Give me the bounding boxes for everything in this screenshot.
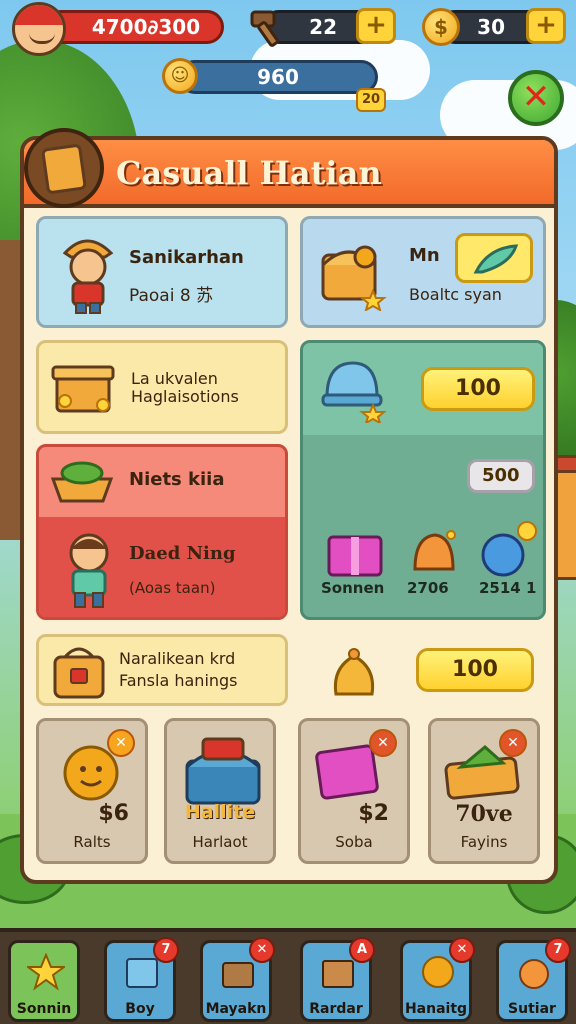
nav-label: Sonnin [16, 1001, 72, 1017]
tile-label: Ralts [73, 833, 111, 851]
gem-buy-button[interactable]: 100 [421, 367, 535, 411]
boy-character-icon [69, 533, 109, 608]
food-bowl-icon [50, 461, 114, 503]
nav-label: Mayakn [205, 1001, 267, 1017]
player-avatar[interactable] [12, 2, 66, 56]
coin-meter-badge: 20 [356, 88, 386, 112]
nav-label: Sutiar [508, 1001, 556, 1017]
gem-card[interactable]: 100 500 Sonnen 2706 2514 1 [300, 340, 546, 620]
price-tag: 500 [467, 459, 535, 493]
character-card-subtitle: Paoai 8 苏 [129, 286, 214, 306]
tile-remove-icon[interactable]: ✕ [499, 729, 527, 757]
bell-gem-icon [321, 361, 387, 423]
blue-orb-icon [481, 521, 537, 577]
shop-panel: Casuall Hatian Sanikarhan Paoai 8 苏 Mn B… [20, 136, 558, 884]
tile-price: $6 [98, 801, 129, 826]
character-card-title: Sanikarhan [129, 247, 244, 268]
pink-gift-icon [327, 535, 383, 577]
nav-button-crate[interactable]: A Rardar [300, 937, 375, 1022]
orange-icon [519, 959, 549, 989]
box-card-title-1: La ukvalen [131, 369, 218, 388]
tile-label: Soba [335, 833, 373, 851]
mini-item-label: Sonnen [321, 579, 385, 597]
gift-box-icon [51, 365, 115, 413]
mini-item-label: 2706 [407, 579, 449, 597]
nav-button-chest[interactable]: ✕ Mayakn [200, 937, 275, 1022]
notification-badge: ✕ [449, 937, 475, 963]
treasure-chest-icon [185, 737, 261, 805]
shop-tile[interactable]: ✕ 70ve Fayins [428, 718, 540, 864]
chest-card[interactable]: Mn Boaltc syan [300, 216, 546, 328]
tile-label: Fayins [460, 833, 508, 851]
notification-badge: ✕ [249, 937, 275, 963]
lock-bag-icon [53, 647, 105, 699]
onion-icon [413, 530, 456, 571]
hammer-icon [250, 10, 279, 47]
shop-emblem-icon [24, 128, 104, 208]
player-score: 4700∂300 [91, 15, 201, 39]
tile-remove-icon[interactable]: ✕ [107, 729, 135, 757]
shop-tile[interactable]: Hallite Harlaot [164, 718, 276, 864]
red-bottom-title: Daed Ning [129, 543, 236, 564]
panel-title: Casuall Hatian [116, 154, 382, 192]
close-button[interactable]: ✕ [508, 70, 564, 126]
feather-button[interactable] [455, 233, 533, 283]
red-offer-card[interactable]: Niets kiia Daed Ning (Aoas taan) [36, 444, 288, 620]
coin-tool-icon [422, 956, 454, 988]
tile-remove-icon[interactable]: ✕ [369, 729, 397, 757]
player-score-bar: 4700∂300 [44, 10, 224, 44]
cube-icon [126, 958, 158, 988]
tile-label: Harlaot [192, 833, 248, 851]
red-offer-title: Niets kiia [129, 469, 225, 490]
chest-card-title: Mn [409, 245, 440, 266]
hammers-count: 22 [309, 15, 337, 39]
nav-label: Hanaitg [404, 1001, 468, 1017]
gold-count: 30 [477, 15, 505, 39]
character-icon [62, 239, 114, 314]
chest-icon [321, 245, 387, 311]
crate-icon [322, 960, 354, 988]
honey-pot-icon [333, 648, 375, 696]
character-card[interactable]: Sanikarhan Paoai 8 苏 [36, 216, 288, 328]
bottom-nav: Sonnin 7 Boy ✕ Mayakn A Rardar ✕ Hanaitg… [0, 928, 576, 1024]
add-hammers-button[interactable]: + [356, 8, 396, 44]
notification-badge: A [349, 937, 375, 963]
coin-meter-value: 960 [257, 65, 299, 89]
tile-price: Hallite [184, 801, 256, 823]
nav-button-fruit[interactable]: 7 Sutiar [496, 937, 571, 1022]
tile-price: $2 [358, 801, 389, 826]
tile-price: 70ve [455, 801, 513, 827]
coin-meter-bar: 960 [178, 60, 378, 94]
feather-icon [473, 244, 519, 274]
notification-badge: 7 [545, 937, 571, 963]
add-gold-button[interactable]: + [526, 8, 566, 44]
mini-item-label: 2514 1 [479, 579, 537, 597]
notification-badge: 7 [153, 937, 179, 963]
box-card[interactable]: La ukvalen Haglaisotions [36, 340, 288, 434]
shop-tile[interactable]: ✕ $2 Soba [298, 718, 410, 864]
chest-card-subtitle: Boaltc syan [409, 285, 502, 304]
bag-card[interactable]: Naralikean krd Fansla hanings [36, 634, 288, 706]
nav-label: Rardar [309, 1001, 363, 1017]
bag-buy-button[interactable]: 100 [416, 648, 534, 692]
shop-tile[interactable]: ✕ $6 Ralts [36, 718, 148, 864]
box-card-title-2: Haglaisotions [131, 387, 239, 406]
nav-button-tools[interactable]: ✕ Hanaitg [400, 937, 475, 1022]
nav-button-home[interactable]: Sonnin [8, 940, 80, 1022]
bag-title-1: Naralikean krd [119, 649, 236, 668]
bag-title-2: Fansla hanings [119, 671, 238, 690]
nav-button-box[interactable]: 7 Boy [104, 937, 179, 1022]
star-icon [27, 953, 65, 991]
chest-icon [222, 962, 254, 988]
gold-coin-icon: $ [422, 8, 460, 46]
red-bottom-subtitle: (Aoas taan) [129, 579, 216, 597]
smiley-coin-icon: ☺ [162, 58, 198, 94]
nav-label: Boy [125, 1001, 155, 1017]
